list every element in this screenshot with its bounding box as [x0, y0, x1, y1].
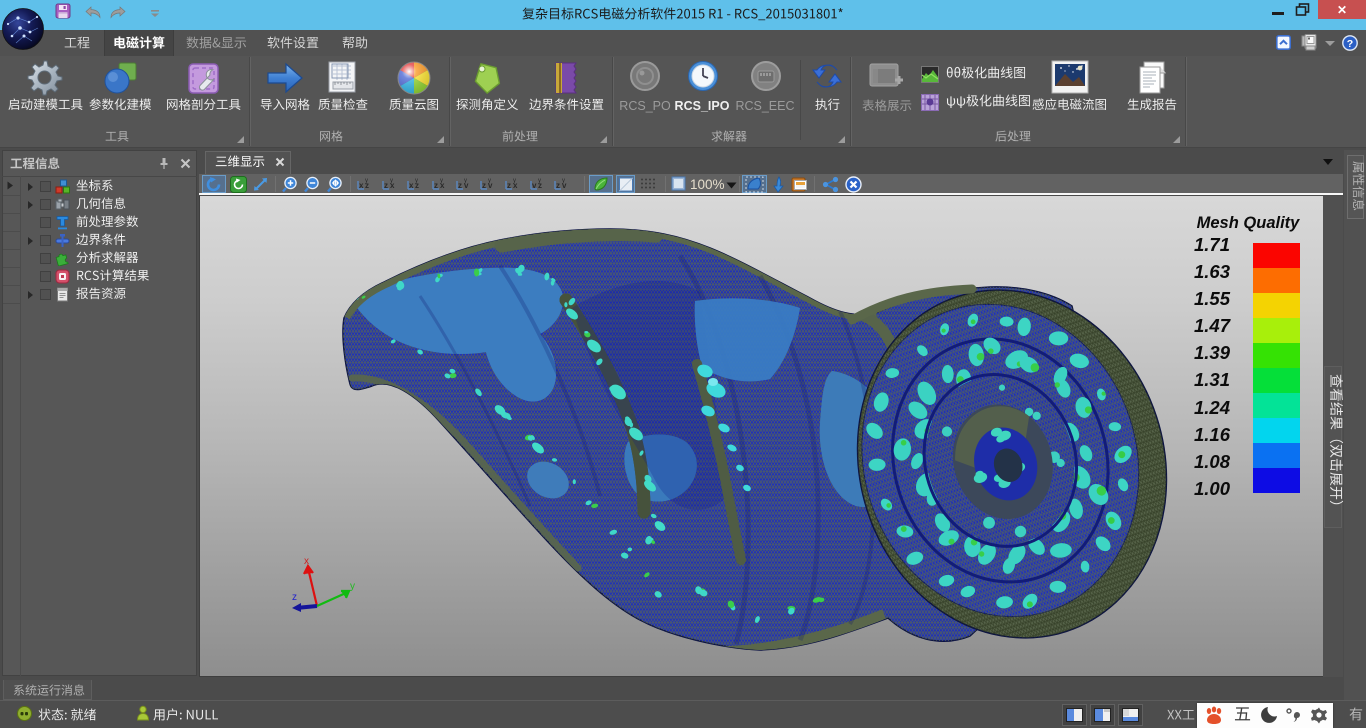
svg-text:v: v: [532, 181, 537, 190]
svg-text:y: y: [464, 178, 467, 184]
svg-text:y: y: [365, 178, 368, 184]
svg-text:x: x: [304, 556, 309, 567]
svg-text:y: y: [440, 178, 443, 184]
svg-text:y: y: [538, 178, 541, 184]
svg-text:z: z: [458, 181, 462, 190]
svg-text:y: y: [415, 178, 418, 184]
svg-text:z: z: [482, 181, 486, 190]
svg-text:y: y: [488, 178, 491, 184]
svg-text:x: x: [409, 181, 414, 190]
svg-text:?: ?: [1347, 38, 1353, 50]
svg-text:z: z: [434, 181, 438, 190]
svg-text:z: z: [507, 181, 511, 190]
svg-text:z: z: [556, 181, 560, 190]
svg-text:y: y: [350, 581, 355, 592]
svg-text:y: y: [390, 178, 393, 184]
svg-text:y: y: [562, 178, 565, 184]
svg-text:z: z: [384, 181, 388, 190]
svg-text:x: x: [359, 181, 364, 190]
svg-text:y: y: [513, 178, 516, 184]
svg-text:z: z: [292, 592, 297, 603]
